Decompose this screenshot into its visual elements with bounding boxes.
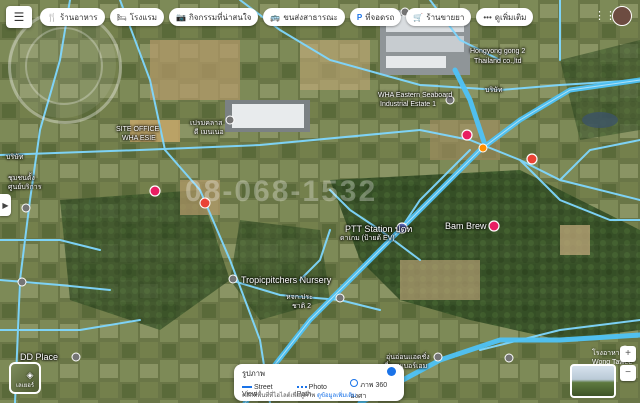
chip-pharmacy[interactable]: 🛒 ร้านขายยา: [406, 8, 472, 26]
map-controls: + −: [620, 346, 636, 400]
bed-icon: 🛏: [116, 12, 127, 22]
map-label: WHA Eastern Seaboard: [378, 92, 453, 99]
gray-place-pin: [335, 293, 345, 303]
map-label: Tropicpitchers Nursery: [241, 275, 332, 285]
map-label: บริษัท: [6, 154, 24, 161]
map-label: SITE OFFICE: [116, 126, 160, 133]
photo-path-line-icon: [296, 385, 307, 388]
zoom-in-button[interactable]: +: [620, 346, 636, 362]
map-label: ชาติ 2: [292, 303, 312, 310]
avatar[interactable]: [612, 6, 632, 26]
gray-place-pin: [225, 115, 235, 125]
more-icon: •••: [483, 12, 492, 22]
red-hospital-pin: [526, 153, 538, 165]
legend-note: คลิกที่พื้นที่ที่ไฮไลต์เพื่อดูภาพ ดูข้อม…: [242, 390, 356, 400]
chip-label: ร้านขายยา: [426, 12, 465, 22]
street-view-line-icon: [242, 385, 252, 388]
chip-transit[interactable]: 🚌 ขนส่งสาธารณะ: [263, 8, 345, 26]
chip-label: ขนส่งสาธารณะ: [283, 12, 338, 22]
legend-learn-more-link[interactable]: ดูข้อมูลเพิ่มเติม: [317, 393, 356, 399]
gray-place-pin: [21, 203, 31, 213]
map-label: ศูนย์บริการ: [8, 184, 42, 191]
pink-heart-pin: [149, 185, 161, 197]
legend-toggle-icon[interactable]: [387, 367, 396, 376]
watermark-text: 08-068-1532: [185, 175, 378, 208]
chevron-right-icon: ▶: [2, 200, 9, 210]
chip-parking[interactable]: P ที่จอดรถ: [349, 8, 402, 26]
parking-icon: P: [356, 12, 363, 22]
cart-icon: 🛒: [413, 12, 424, 22]
map-label: Hongyong gong 2: [470, 48, 526, 55]
map-label: Bam Brew: [445, 221, 487, 231]
map-label: ดาเกม (ป้ายด้ EV): [340, 235, 395, 242]
chip-label: ที่จอดรถ: [365, 12, 395, 22]
layers-label: เลเยอร์: [15, 383, 35, 389]
pink-cafe-pin: [488, 220, 500, 232]
chip-restaurants[interactable]: 🍴 ร้านอาหาร: [40, 8, 105, 26]
menu-button[interactable]: ☰: [6, 6, 32, 28]
map-label: Industrial Estate 1: [380, 101, 437, 108]
legend-360: ภาพ 360 องศา: [350, 379, 404, 402]
pink-shop-pin: [461, 129, 473, 141]
map-label: บริษัท: [485, 87, 503, 94]
street-view-legend: รูปภาพ Street View Photo Path ภาพ 360 อง…: [234, 364, 404, 401]
expand-panel-button[interactable]: ▶: [0, 194, 11, 216]
zoom-out-button[interactable]: −: [620, 365, 636, 381]
chip-things-to-do[interactable]: 📷 กิจกรรมที่น่าสนใจ: [168, 8, 259, 26]
map-label: ดี เมนเนอ: [194, 129, 224, 136]
gray-place-pin: [17, 277, 27, 287]
minus-icon: −: [625, 367, 631, 378]
camera-icon: 📷: [175, 12, 186, 22]
hamburger-icon: ☰: [13, 10, 25, 24]
chip-label: ร้านอาหาร: [59, 12, 98, 22]
gray-place-pin: [228, 274, 238, 284]
chip-label: กิจกรรมที่น่าสนใจ: [188, 12, 252, 22]
map-label: WHA ESIE: [122, 135, 156, 142]
chip-label: โรงแรม: [129, 12, 157, 22]
street-view-thumbnail[interactable]: [570, 364, 616, 398]
bus-icon: 🚌: [270, 12, 281, 22]
fork-knife-icon: 🍴: [47, 12, 57, 22]
layers-button[interactable]: ◈ เลเยอร์: [9, 362, 41, 394]
category-chips: 🍴 ร้านอาหาร 🛏 โรงแรม 📷 กิจกรรมที่น่าสนใจ 🚌 ข…: [40, 8, 534, 26]
360-photo-icon: [350, 379, 359, 387]
legend-note-text: คลิกที่พื้นที่ที่ไฮไลต์เพื่อดูภาพ: [242, 393, 316, 399]
chip-more[interactable]: ••• ดูเพิ่มเติม: [476, 8, 534, 26]
chip-label: ดูเพิ่มเติม: [494, 12, 527, 22]
chip-hotels[interactable]: 🛏 โรงแรม: [109, 8, 164, 26]
plus-icon: +: [625, 348, 631, 359]
orange-food-pin: [478, 143, 488, 153]
map-label: Thailand co.,ltd: [474, 58, 522, 65]
gray-place-pin: [504, 353, 514, 363]
gray-place-pin: [71, 352, 81, 362]
gray-place-pin: [433, 352, 443, 362]
map-label: DD Place: [20, 352, 59, 362]
